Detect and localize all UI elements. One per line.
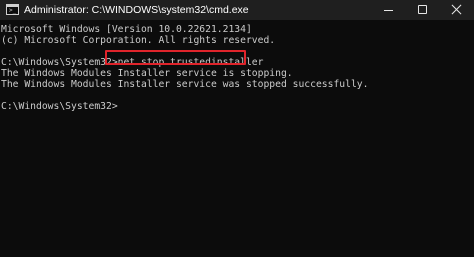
console-line-copyright: (c) Microsoft Corporation. All rights re… <box>1 35 276 46</box>
console-line-stopped: The Windows Modules Installer service wa… <box>1 79 369 90</box>
command-highlight-box <box>105 50 246 65</box>
cmd-window: >_ Administrator: C:\WINDOWS\system32\cm… <box>0 0 474 257</box>
close-button[interactable] <box>440 0 474 20</box>
window-controls <box>372 0 474 20</box>
minimize-icon <box>384 10 393 11</box>
maximize-icon <box>418 5 427 14</box>
console-output[interactable]: Microsoft Windows [Version 10.0.22621.21… <box>0 20 474 257</box>
cmd-prompt-icon: >_ <box>6 4 19 15</box>
window-title: Administrator: C:\WINDOWS\system32\cmd.e… <box>24 4 249 16</box>
minimize-button[interactable] <box>372 0 406 20</box>
console-line-stopping: The Windows Modules Installer service is… <box>1 68 293 79</box>
title-bar[interactable]: >_ Administrator: C:\WINDOWS\system32\cm… <box>0 0 474 20</box>
console-line-prompt: C:\Windows\System32> <box>1 101 118 112</box>
close-icon <box>451 4 462 15</box>
maximize-button[interactable] <box>406 0 440 20</box>
console-line-version: Microsoft Windows [Version 10.0.22621.21… <box>1 24 252 35</box>
